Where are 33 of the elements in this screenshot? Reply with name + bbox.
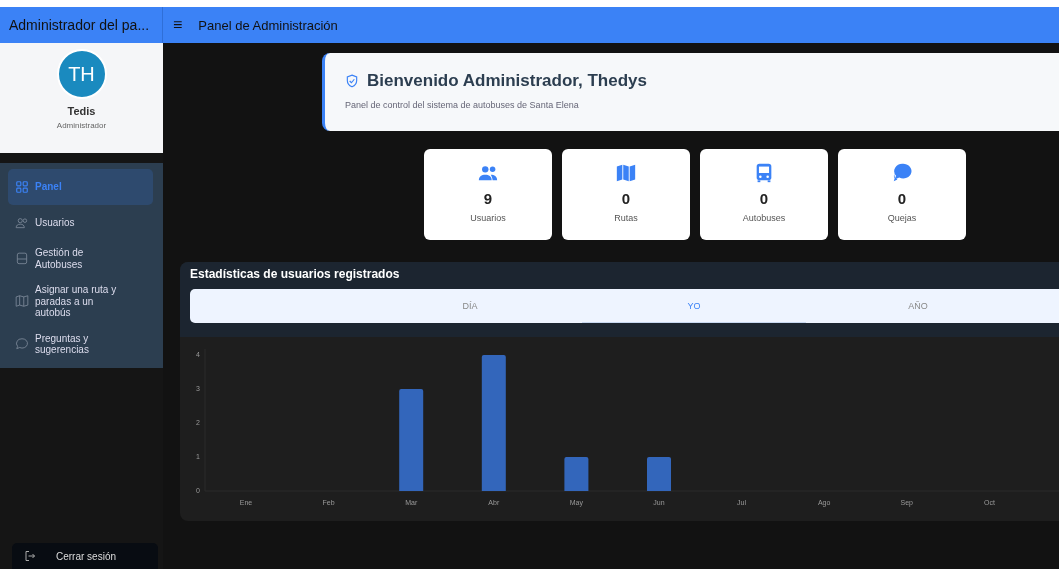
users-icon: [15, 216, 29, 230]
avatar: TH: [56, 49, 107, 99]
stat-label: Autobuses: [742, 213, 786, 223]
stat-label: Quejas: [887, 213, 917, 223]
period-tab[interactable]: YO: [582, 289, 806, 323]
logout-button[interactable]: Cerrar sesión: [12, 543, 158, 569]
app-title: Administrador del pa...: [0, 7, 163, 43]
chat-bubble-icon: [891, 162, 913, 184]
user-name: Tedis: [67, 105, 96, 117]
map-icon: [15, 294, 29, 309]
map-icon: [615, 162, 637, 184]
stat-label: Rutas: [614, 213, 638, 223]
sidebar-item[interactable]: Asignar una ruta y paradas a un autobús: [8, 278, 153, 325]
stat-label: Usuarios: [470, 213, 506, 223]
user-role: Administrador: [56, 121, 107, 130]
grid-icon: [15, 180, 29, 194]
stat-value: 0: [759, 190, 769, 207]
shield-check-icon: [345, 74, 359, 88]
logout-icon: [24, 550, 36, 562]
chart-bar: [564, 457, 589, 491]
welcome-title: Bienvenido Administrador, Thedys: [367, 71, 647, 91]
menu-icon[interactable]: ≡: [173, 16, 183, 34]
stat-value: 9: [483, 190, 493, 207]
welcome-subtitle: Panel de control del sistema de autobuses de Santa Elena: [345, 100, 580, 110]
sidebar-item[interactable]: Usuarios: [8, 207, 153, 239]
sidebar-item[interactable]: Gestión de Autobuses: [8, 241, 153, 276]
chat-bubble-icon: [15, 337, 29, 351]
stat-value: 0: [897, 190, 907, 207]
stat-value: 0: [621, 190, 631, 207]
chart-bar: [647, 457, 671, 491]
sidebar-item[interactable]: Preguntas y sugerencias: [8, 326, 153, 362]
page-title: Panel de Administración: [198, 17, 338, 33]
panel-title: Estadísticas de usuarios registrados: [190, 267, 401, 281]
